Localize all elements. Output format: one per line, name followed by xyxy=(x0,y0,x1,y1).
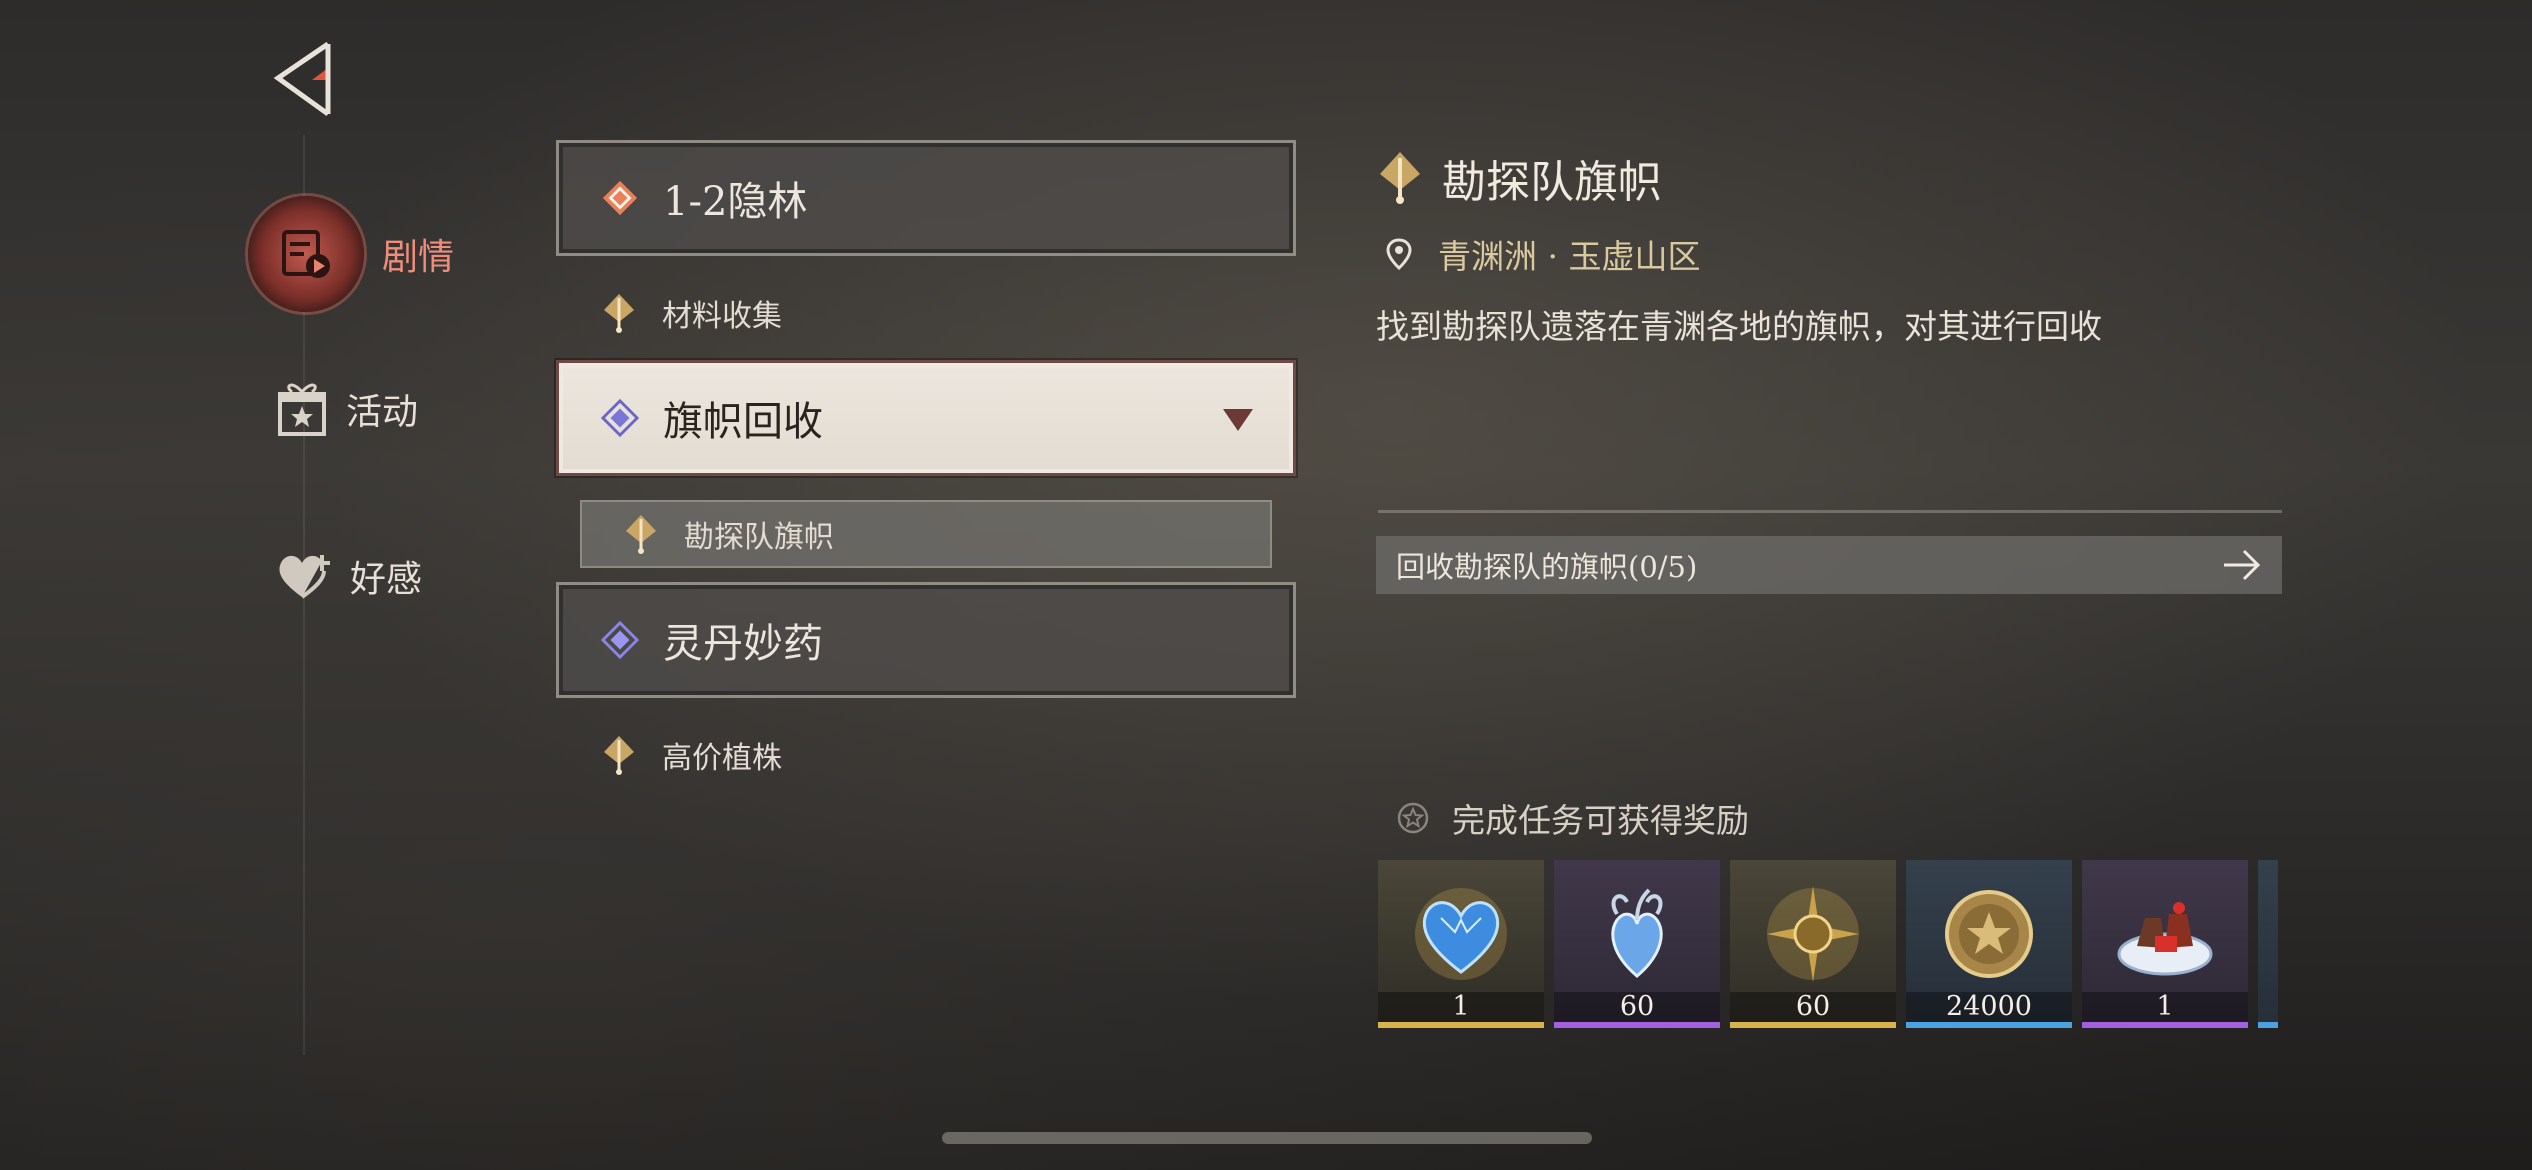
reward-count: 24000 xyxy=(1906,992,2072,1022)
arrow-right-icon[interactable] xyxy=(2222,548,2262,582)
quest-group-flag-recovery[interactable]: 旗帜回收 xyxy=(556,360,1296,476)
quest-group-title: 1-2隐林 xyxy=(663,179,808,225)
reward-item-partial xyxy=(2258,860,2278,1028)
quest-description: 找到勘探队遗落在青渊各地的旗帜，对其进行回收 xyxy=(1376,307,2102,346)
nav-activity-label: 活动 xyxy=(346,392,419,433)
reward-count: 1 xyxy=(1378,992,1544,1022)
quest-title-text: 勘探队旗帜 xyxy=(1442,157,1662,208)
quest-material-collect[interactable]: 材料收集 xyxy=(560,284,1280,342)
quest-label: 高价植株 xyxy=(662,741,782,776)
quest-valuable-plants[interactable]: 高价植株 xyxy=(560,726,1280,784)
divider xyxy=(1378,510,2282,513)
quest-label: 材料收集 xyxy=(662,299,782,334)
reward-item[interactable]: 60 xyxy=(1730,860,1896,1028)
cake-dish-icon xyxy=(2117,902,2213,976)
quest-label: 勘探队旗帜 xyxy=(684,520,834,555)
location-text: 青渊洲 · 玉虚山区 xyxy=(1438,237,1701,276)
star-circle-icon xyxy=(1397,802,1429,834)
objective-text: 回收勘探队的旗帜(0/5) xyxy=(1396,550,1698,584)
quest-survey-flag[interactable]: 勘探队旗帜 xyxy=(580,500,1272,568)
quest-pin-icon xyxy=(622,515,660,554)
nav-activity[interactable]: 活动 xyxy=(276,380,418,438)
purple-diamond-icon xyxy=(601,398,639,438)
reward-count: 1 xyxy=(2082,992,2248,1022)
gold-star-orb-icon xyxy=(1767,886,1859,982)
rarity-bar xyxy=(2082,1022,2248,1028)
quest-objective[interactable]: 回收勘探队的旗帜(0/5) xyxy=(1376,536,2282,594)
nav-story[interactable]: 剧情 xyxy=(248,196,454,312)
rarity-bar xyxy=(1554,1022,1720,1028)
rewards-header: 完成任务可获得奖励 xyxy=(1396,794,1749,842)
rarity-bar xyxy=(2258,1022,2278,1028)
reward-item[interactable]: 1 xyxy=(1378,860,1544,1028)
quest-group-hidden-forest[interactable]: 1-2隐林 xyxy=(556,140,1296,256)
quest-pin-icon xyxy=(600,294,638,333)
reward-item[interactable]: 60 xyxy=(1554,860,1720,1028)
quest-group-title: 旗帜回收 xyxy=(663,399,823,445)
gold-coin-icon xyxy=(1945,890,2033,978)
location-pin-icon xyxy=(1386,238,1412,270)
quest-pin-icon xyxy=(1380,152,1420,204)
reward-count: 60 xyxy=(1730,992,1896,1022)
home-indicator[interactable] xyxy=(942,1132,1592,1144)
rarity-bar xyxy=(1906,1022,2072,1028)
back-arrow-icon xyxy=(273,41,331,117)
quest-group-elixir[interactable]: 灵丹妙药 xyxy=(556,582,1296,698)
expand-caret-icon xyxy=(1223,409,1253,431)
quest-pin-icon xyxy=(600,736,638,775)
orange-diamond-icon xyxy=(601,179,639,217)
back-button[interactable] xyxy=(272,40,336,118)
nav-favor[interactable]: 好感 xyxy=(276,550,422,602)
reward-item[interactable]: 1 xyxy=(2082,860,2248,1028)
quest-group-title: 灵丹妙药 xyxy=(663,621,823,667)
quest-location: 青渊洲 · 玉虚山区 xyxy=(1386,230,1700,278)
rewards-title-text: 完成任务可获得奖励 xyxy=(1452,801,1749,840)
story-book-icon xyxy=(248,196,364,312)
reward-list: 1 60 60 24000 1 xyxy=(1378,860,2282,1028)
quest-detail-title: 勘探队旗帜 xyxy=(1376,146,1662,210)
heart-plus-icon xyxy=(279,555,330,599)
blue-heart-gem-icon xyxy=(1415,888,1507,980)
gift-icon xyxy=(278,383,326,436)
rarity-bar xyxy=(1730,1022,1896,1028)
rarity-bar xyxy=(1378,1022,1544,1028)
crystal-heart-icon xyxy=(1611,888,1663,978)
reward-item[interactable]: 24000 xyxy=(1906,860,2072,1028)
reward-count: 60 xyxy=(1554,992,1720,1022)
nav-favor-label: 好感 xyxy=(350,559,423,600)
nav-story-label: 剧情 xyxy=(382,237,455,278)
purple-diamond-icon xyxy=(601,620,639,660)
